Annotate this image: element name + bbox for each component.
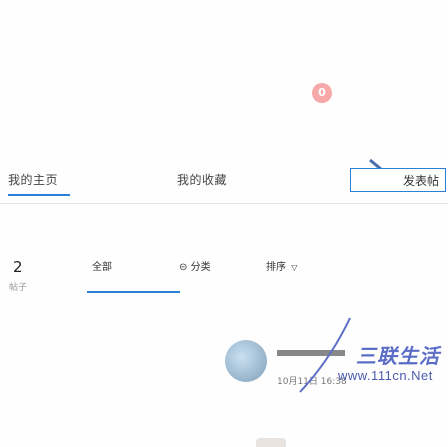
watermark-url: www.111cn.Net	[338, 368, 433, 383]
watermark-logo: 三联生活	[356, 344, 440, 368]
bottom-thumbnail	[256, 438, 286, 447]
